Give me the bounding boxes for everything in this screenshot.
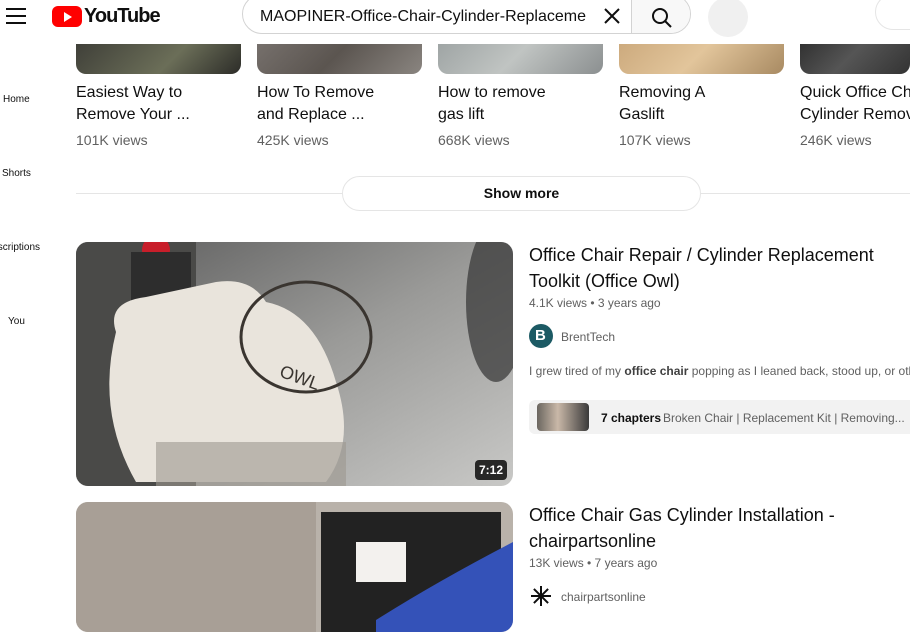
- search-button[interactable]: [631, 0, 690, 33]
- chapter-thumbnail: [537, 403, 589, 431]
- video-thumbnail[interactable]: [76, 502, 513, 632]
- short-views: 101K views: [76, 132, 148, 148]
- thumbnail-image: [76, 502, 513, 632]
- avatar[interactable]: B: [529, 324, 553, 348]
- short-title[interactable]: Removing A Gaslift: [619, 82, 789, 126]
- sidebar-item-subscriptions[interactable]: Subscriptions: [0, 242, 40, 253]
- video-duration: 7:12: [474, 460, 507, 480]
- thumbnail-image: OWL: [76, 242, 513, 486]
- short-views: 246K views: [800, 132, 872, 148]
- header-right-button[interactable]: [875, 0, 910, 30]
- divider: [76, 193, 342, 194]
- youtube-play-icon: [52, 5, 82, 27]
- sidebar-item-shorts[interactable]: Shorts: [2, 168, 31, 179]
- video-meta: 13K views • 7 years ago: [529, 556, 658, 570]
- short-views: 107K views: [619, 132, 691, 148]
- video-title[interactable]: Office Chair Repair / Cylinder Replaceme…: [529, 242, 889, 294]
- logo-text: YouTube: [84, 4, 161, 27]
- chapters-count: 7 chapters: [601, 411, 662, 425]
- youtube-logo[interactable]: YouTube: [52, 4, 161, 27]
- search-icon: [652, 8, 672, 28]
- show-more-button[interactable]: Show more: [342, 176, 701, 211]
- star-icon[interactable]: [529, 584, 553, 608]
- menu-icon[interactable]: [6, 8, 26, 24]
- search-bar: [242, 0, 691, 34]
- divider: [701, 193, 910, 194]
- short-views: 668K views: [438, 132, 510, 148]
- close-icon[interactable]: [603, 7, 621, 25]
- channel-name[interactable]: chairpartsonline: [561, 590, 646, 604]
- short-title[interactable]: Easiest Way to Remove Your ...: [76, 82, 246, 126]
- sidebar-item-you[interactable]: You: [8, 316, 25, 327]
- voice-search-button[interactable]: [708, 0, 748, 37]
- chapters-list: Broken Chair | Replacement Kit | Removin…: [663, 411, 905, 425]
- video-thumbnail[interactable]: OWL 7:12: [76, 242, 513, 486]
- sidebar-item-home[interactable]: Home: [3, 94, 30, 105]
- short-views: 425K views: [257, 132, 329, 148]
- short-title[interactable]: How to remove gas lift: [438, 82, 608, 126]
- channel-name[interactable]: BrentTech: [561, 330, 615, 344]
- search-input[interactable]: [258, 0, 588, 33]
- video-title[interactable]: Office Chair Gas Cylinder Installation -…: [529, 502, 889, 554]
- top-header: YouTube: [0, 0, 910, 44]
- short-title[interactable]: How To Remove and Replace ...: [257, 82, 427, 126]
- short-title[interactable]: Quick Office Ch Cylinder Remov: [800, 82, 910, 126]
- video-meta: 4.1K views • 3 years ago: [529, 296, 661, 310]
- chapters-panel[interactable]: 7 chapters Broken Chair | Replacement Ki…: [529, 400, 910, 434]
- video-description: I grew tired of my office chair popping …: [529, 364, 910, 378]
